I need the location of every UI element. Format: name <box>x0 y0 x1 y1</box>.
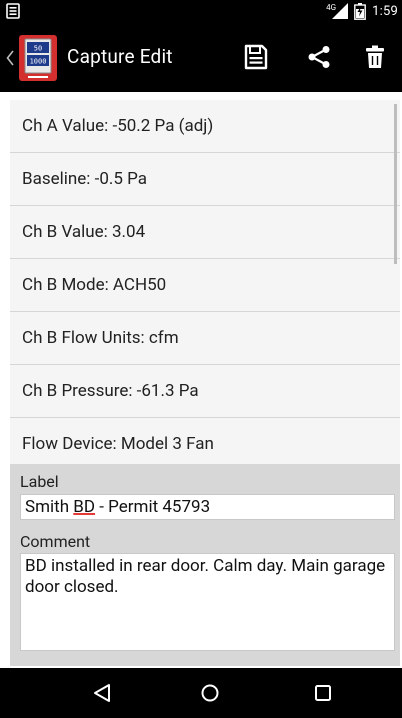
network-type-label: 4G <box>326 2 337 12</box>
capture-values-list[interactable]: Ch A Value: -50.2 Pa (adj) Baseline: -0.… <box>10 100 400 464</box>
action-bar: 50 1000 Capture Edit <box>0 22 402 92</box>
navigation-bar <box>0 668 402 718</box>
clock: 1:59 <box>372 3 398 19</box>
app-logo[interactable]: 50 1000 <box>16 33 60 83</box>
status-bar: 4G 1:59 <box>0 0 402 22</box>
share-button[interactable] <box>302 40 336 74</box>
delete-button[interactable] <box>358 40 392 74</box>
nav-home-button[interactable] <box>193 678 227 708</box>
nav-recents-button[interactable] <box>306 678 340 708</box>
back-triangle-icon <box>94 684 110 702</box>
trash-icon <box>366 45 384 68</box>
label-value-suffix: - Permit 45793 <box>95 497 211 517</box>
page-title: Capture Edit <box>67 45 173 68</box>
app-screen: { "status_bar": { "network_label": "4G",… <box>0 0 402 718</box>
app-logo-icon: 50 1000 <box>19 35 57 81</box>
list-item-label: Ch B Mode: ACH50 <box>22 275 167 295</box>
battery-icon <box>354 2 367 20</box>
list-item[interactable]: Ch B Flow Units: cfm <box>10 312 400 365</box>
save-button[interactable] <box>239 40 273 74</box>
comment-textarea[interactable]: BD installed in rear door. Calm day. Mai… <box>20 553 395 651</box>
list-item[interactable]: Baseline: -0.5 Pa <box>10 153 400 206</box>
list-item-label: Ch B Pressure: -61.3 Pa <box>22 381 199 401</box>
list-item-label: Ch B Value: 3.04 <box>22 222 146 242</box>
list-item-label: Ch B Flow Units: cfm <box>22 328 179 348</box>
label-field-title: Label <box>20 472 59 491</box>
notification-icon <box>6 3 20 19</box>
recents-square-icon <box>315 685 331 701</box>
up-chevron-icon[interactable] <box>6 50 14 66</box>
save-icon <box>244 44 268 70</box>
nav-back-button[interactable] <box>85 678 119 708</box>
app-logo-value-2: 1000 <box>30 58 47 66</box>
app-logo-value-1: 50 <box>34 45 42 53</box>
list-item[interactable]: Ch B Mode: ACH50 <box>10 259 400 312</box>
list-item-label: Baseline: -0.5 Pa <box>22 169 148 189</box>
label-value-prefix: Smith <box>25 497 74 517</box>
label-input[interactable]: Smith BD - Permit 45793 <box>20 494 395 520</box>
list-item[interactable]: Flow Device: Model 3 Fan <box>10 418 400 464</box>
spellcheck-word: BD <box>73 497 96 517</box>
comment-field-title: Comment <box>20 532 91 551</box>
comment-value: BD installed in rear door. Calm day. Mai… <box>25 556 386 597</box>
list-scrollbar[interactable] <box>394 104 397 264</box>
list-item[interactable]: Ch B Value: 3.04 <box>10 206 400 259</box>
list-item-label: Ch A Value: -50.2 Pa (adj) <box>22 116 214 136</box>
home-circle-icon <box>201 684 219 702</box>
list-item-label: Flow Device: Model 3 Fan <box>22 434 214 454</box>
edit-panel: Label Smith BD - Permit 45793 Comment BD… <box>10 464 400 666</box>
list-item[interactable]: Ch A Value: -50.2 Pa (adj) <box>10 100 400 153</box>
list-item[interactable]: Ch B Pressure: -61.3 Pa <box>10 365 400 418</box>
share-icon <box>308 46 330 68</box>
